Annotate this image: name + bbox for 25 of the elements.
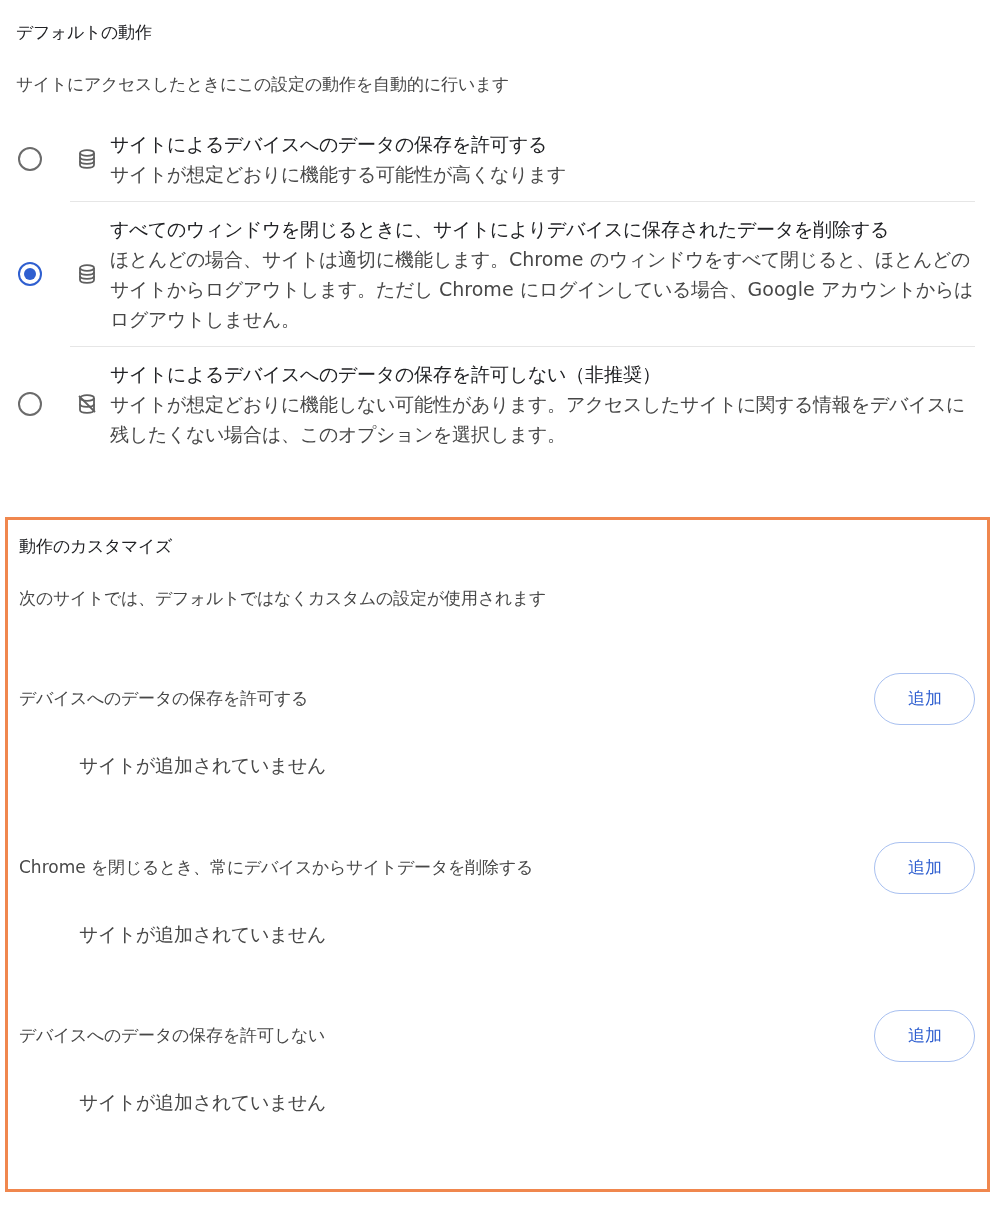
list-heading: デバイスへのデータの保存を許可する (19, 687, 308, 711)
option-label: サイトによるデバイスへのデータの保存を許可しない（非推奨） (110, 362, 662, 387)
add-button[interactable]: 追加 (874, 1010, 975, 1062)
empty-message: サイトが追加されていません (78, 1090, 327, 1115)
radio-button[interactable] (18, 147, 42, 171)
section-description: 次のサイトでは、デフォルトではなくカスタムの設定が使用されます (19, 586, 547, 610)
database-crossed-icon (76, 393, 98, 415)
section-title: 動作のカスタマイズ (19, 535, 173, 558)
add-button[interactable]: 追加 (874, 841, 975, 894)
add-button[interactable]: 追加 (874, 673, 975, 725)
empty-message: サイトが追加されていません (78, 753, 327, 778)
list-heading: デバイスへのデータの保存を許可しない (19, 1024, 325, 1048)
database-icon (76, 148, 98, 170)
radio-button[interactable] (18, 262, 42, 286)
section-description: サイトにアクセスしたときにこの設定の動作を自動的に行います (16, 72, 510, 96)
empty-message: サイトが追加されていません (78, 921, 327, 947)
section-title: デフォルトの動作 (16, 21, 153, 44)
option-label: すべてのウィンドウを閉じるときに、サイトによりデバイスに保存されたデータを削除する (110, 217, 890, 242)
database-icon (76, 263, 98, 285)
option-description: ほとんどの場合、サイトは適切に機能します。Chrome のウィンドウをすべて閉じると、ほとんどのサイトからログアウトします。ただし Chrome にログインしている場合、Google アカウントからはログアウトしません。 (110, 247, 974, 332)
option-description: サイトが想定どおりに機能しない可能性があります。アクセスしたサイトに関する情報をデバイスに残したくない場合は、このオプションを選択します。 (110, 392, 966, 447)
radio-button[interactable] (18, 392, 42, 416)
list-heading: Chrome を閉じるとき、常にデバイスからサイトデータを削除する (19, 855, 534, 879)
option-label: サイトによるデバイスへのデータの保存を許可する (110, 132, 548, 157)
option-description: サイトが想定どおりに機能する可能性が高くなります (110, 162, 567, 187)
